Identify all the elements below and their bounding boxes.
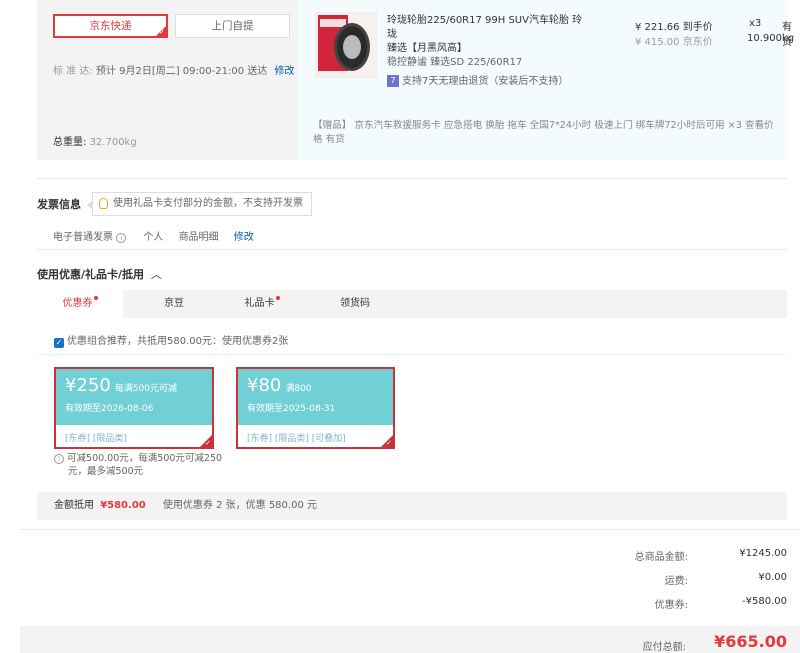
red-dot-icon <box>93 296 98 300</box>
goods-total-value: ¥1245.00 <box>739 548 787 559</box>
gift-text: 【赠品】 京东汽车救援服务卡 应急搭电 换胎 拖车 全国7*24小时 极速上门 … <box>313 120 774 131</box>
standard-delivery-row: 标 准 达: 预计 9月2日[周二] 09:00-21:00 送达 修改 <box>53 62 294 77</box>
discount-summary-label: 金额抵用 <box>54 500 94 511</box>
coupon-condition: 满800 <box>285 384 312 394</box>
coupon-validity: 有效期至2025-08-31 <box>247 404 336 414</box>
product-price: ¥ 221.66 到手价 <box>635 22 713 33</box>
payable-bar: 应付总额: ¥665.00 <box>20 626 800 653</box>
tab-gift-card[interactable]: 礼品卡 <box>223 290 301 318</box>
return-policy-icon: 7 <box>387 75 399 87</box>
payable-label: 应付总额: <box>642 642 686 653</box>
red-dot-icon <box>275 296 280 300</box>
tab-redeem-code-label: 领货码 <box>340 298 370 309</box>
check-icon: ✓ <box>205 439 211 447</box>
product-title[interactable]: 玲珑轮胎225/60R17 99H SUV汽车轮胎 玲珑 <box>387 14 587 42</box>
coupon-total-value: -¥580.00 <box>742 596 787 607</box>
info-icon: ! <box>54 454 64 464</box>
discount-summary-amount: ¥580.00 <box>100 500 146 511</box>
delivery-time: 预计 9月2日[周二] 09:00-21:00 送达 <box>95 66 268 77</box>
payable-amount: ¥665.00 <box>714 632 787 651</box>
coupon-card[interactable]: ¥250 每满500元可减 有效期至2026-08-06 [东券] [限品类] ✓ <box>54 367 214 449</box>
coupon-note: ! 可减500.00元，每满500元可减250 元，最多减500元 <box>54 452 224 478</box>
coupon-amount-row: ¥80 满800 <box>247 375 312 400</box>
tab-gift-card-label: 礼品卡 <box>244 298 275 309</box>
gift-text-line2: 格 有货 <box>313 134 345 145</box>
coupon-amount-row: ¥250 每满500元可减 <box>65 375 177 400</box>
combo-recommend[interactable]: ✓ 优惠组合推荐，共抵用580.00元：使用优惠券2张 <box>54 332 288 348</box>
tab-jd-beans[interactable]: 京豆 <box>137 290 211 318</box>
coupon-tags: [东券] [限品类] [可叠加] <box>247 434 346 444</box>
discount-toggle[interactable]: 使用优惠/礼品卡/抵用 ︿ <box>37 266 162 282</box>
self-pickup-option[interactable]: 上门自提 <box>175 14 290 38</box>
checkbox-checked-icon[interactable]: ✓ <box>54 338 64 348</box>
gift-row: 【赠品】 京东汽车救援服务卡 应急搭电 换胎 拖车 全国7*24小时 极速上门 … <box>313 119 787 147</box>
shipment-section: 京东快递 ✓ 上门自提 标 准 达: 预计 9月2日[周二] 09:00-21:… <box>37 0 794 160</box>
discount-tabs: 优惠券 京豆 礼品卡 领货码 <box>37 290 787 318</box>
coupon-tags: [东券] [限品类] <box>65 434 127 444</box>
invoice-tip-text: 使用礼品卡支付部分的金额，不支持开发票 <box>113 198 303 209</box>
product-weight: 10.900kg <box>747 33 795 44</box>
product-quantity: x3 <box>749 18 762 29</box>
jd-express-label: 京东快递 <box>89 20 132 32</box>
divider <box>37 354 787 355</box>
coupon-validity: 有效期至2026-08-06 <box>65 404 154 414</box>
selected-check-icon: ✓ <box>159 28 165 36</box>
invoice-content: 商品明细 <box>178 232 219 243</box>
return-policy-text: 支持7天无理由退货（安装后不支持） <box>402 76 569 87</box>
product-image[interactable] <box>315 12 377 78</box>
modify-delivery-link[interactable]: 修改 <box>274 66 294 77</box>
standard-delivery-label: 标 准 达: <box>53 66 93 77</box>
combo-recommend-text: 优惠组合推荐，共抵用580.00元：使用优惠券2张 <box>67 336 289 347</box>
invoice-type: 电子普通发票 <box>53 232 113 243</box>
tab-coupon-label: 优惠券 <box>62 298 93 309</box>
invoice-title: 发票信息 <box>37 198 81 211</box>
total-weight-value: 32.700kg <box>89 137 137 148</box>
divider <box>37 249 787 250</box>
product-jd-price: ¥ 415.00 京东价 <box>635 37 713 48</box>
tire-hub <box>343 35 361 59</box>
divider <box>37 178 787 179</box>
coupon-amount: ¥80 <box>247 375 282 396</box>
product-panel: 玲珑轮胎225/60R17 99H SUV汽车轮胎 玲珑 臻选【月黑风高】 稳控… <box>297 0 794 160</box>
tab-redeem-code[interactable]: 领货码 <box>315 290 395 318</box>
product-title-block[interactable]: 玲珑轮胎225/60R17 99H SUV汽车轮胎 玲珑 臻选【月黑风高】 <box>387 14 587 56</box>
info-icon[interactable]: i <box>116 233 127 243</box>
total-weight-row: 总重量: 32.700kg <box>53 133 137 148</box>
invoice-row: 电子普通发票 i 个人 商品明细 修改 <box>53 228 254 243</box>
coupon-card[interactable]: ¥80 满800 有效期至2025-08-31 [东券] [限品类] [可叠加] … <box>236 367 395 449</box>
invoice-tip: 使用礼品卡支付部分的金额，不支持开发票 <box>87 192 312 216</box>
jd-express-option[interactable]: 京东快递 ✓ <box>53 14 168 38</box>
discount-title: 使用优惠/礼品卡/抵用 <box>37 268 145 281</box>
chevron-up-icon: ︿ <box>150 268 162 281</box>
self-pickup-label: 上门自提 <box>211 20 254 32</box>
coupon-condition: 每满500元可减 <box>114 384 177 394</box>
tab-coupon[interactable]: 优惠券 <box>37 290 123 318</box>
freight-value: ¥0.00 <box>758 572 787 583</box>
discount-summary: 金额抵用 ¥580.00 使用优惠券 2 张，优惠 580.00 元 <box>37 492 787 520</box>
discount-summary-detail: 使用优惠券 2 张，优惠 580.00 元 <box>162 500 317 511</box>
divider <box>20 529 800 530</box>
lightbulb-icon <box>99 198 108 209</box>
coupon-amount: ¥250 <box>65 375 111 396</box>
check-icon: ✓ <box>386 439 392 447</box>
coupon-note-text: 可减500.00元，每满500元可减250 <box>67 453 223 464</box>
invoice-recipient: 个人 <box>143 232 164 243</box>
product-spec: 稳控静谧 臻选SD 225/60R17 <box>387 57 523 68</box>
total-weight-label: 总重量: <box>53 137 87 148</box>
coupon-note-text-line2: 元，最多减500元 <box>68 466 144 477</box>
return-policy: 7 支持7天无理由退货（安装后不支持） <box>387 72 568 87</box>
tab-jd-beans-label: 京豆 <box>164 298 184 309</box>
modify-invoice-link[interactable]: 修改 <box>234 232 254 243</box>
delivery-panel: 京东快递 ✓ 上门自提 标 准 达: 预计 9月2日[周二] 09:00-21:… <box>37 0 297 160</box>
